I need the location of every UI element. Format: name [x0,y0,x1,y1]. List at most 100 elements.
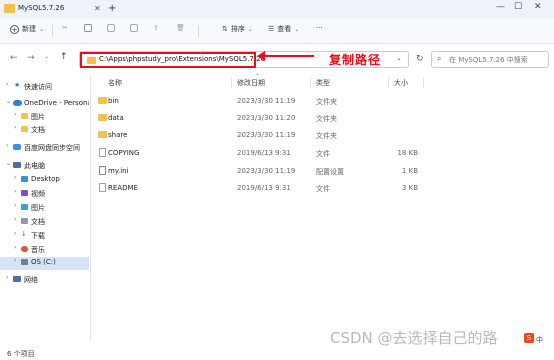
file-type: 文件夹 [316,115,337,123]
sidebar-item-documents[interactable]: › 文档 [0,216,89,228]
chevron-right-icon[interactable]: › [14,202,16,209]
file-date: 2023/3/30 11:19 [237,131,296,139]
forward-button[interactable]: → [27,53,35,63]
chevron-right-icon[interactable]: › [6,81,8,88]
chevron-right-icon[interactable]: › [14,230,16,237]
column-divider[interactable] [423,77,424,88]
refresh-icon[interactable]: ↻ [416,54,424,64]
sidebar-item-videos[interactable]: › 视频 [0,188,89,200]
window-title[interactable]: MySQL5.7.26 [18,4,64,12]
sort-button[interactable]: ⇅ 排序 ⌄ [222,24,253,34]
sidebar-item-downloads[interactable]: › ↓ 下载 [0,230,89,242]
file-size: 1 KB [401,167,418,175]
file-row[interactable]: my.ini 2023/3/30 11:19 配置设置 1 KB [94,163,554,180]
file-type: 文件夹 [316,98,337,106]
file-row[interactable]: share 2023/3/30 11:19 文件夹 [94,127,554,144]
sidebar-item-desktop[interactable]: › Desktop [0,174,89,186]
baidu-sync-icon [13,144,21,150]
delete-button[interactable]: 🗑 [176,24,185,32]
column-divider[interactable] [388,77,389,88]
recent-locations-chevron-icon[interactable]: ⌄ [44,53,49,60]
drive-icon [21,259,28,265]
cut-icon: ✂ [62,24,68,32]
chevron-right-icon[interactable]: › [14,124,16,131]
column-divider[interactable] [231,77,232,88]
column-header-name[interactable]: 名称 [108,78,122,88]
sidebar-item-onedrive-pictures[interactable]: › 图片 [0,111,89,123]
sidebar-item-quick-access[interactable]: › ★ 快速访问 [0,81,89,93]
new-button[interactable]: + 新建 ⌄ [10,24,44,34]
address-highlight-box [80,52,256,68]
chevron-right-icon[interactable]: › [6,142,8,149]
view-button[interactable]: ☰ 查看 ⌄ [268,24,299,34]
sidebar-item-baidu-netdisk[interactable]: › 百度网盘同步空间 [0,142,89,154]
network-icon [13,276,21,282]
sidebar-item-music[interactable]: › 音乐 [0,244,89,256]
column-divider[interactable] [310,77,311,88]
annotation-arrowhead [257,51,265,61]
share-button[interactable]: ⇪ [153,24,159,32]
file-date: 2023/3/30 11:19 [237,97,296,105]
paste-button[interactable] [107,24,115,32]
sidebar-item-network[interactable]: › 网络 [0,274,89,286]
sidebar-item-onedrive[interactable]: ⌄ OneDrive - Persona [0,98,89,110]
file-row[interactable]: COPYING 2019/6/13 9:31 文件 18 KB [94,145,554,162]
pane-divider[interactable] [90,76,91,341]
address-dropdown-icon[interactable]: ⌄ [396,54,402,62]
rename-button[interactable] [130,24,138,32]
chevron-right-icon[interactable]: › [14,216,16,223]
chevron-right-icon[interactable]: › [14,244,16,251]
new-tab-icon[interactable]: + [108,3,116,14]
navigation-pane: › ★ 快速访问 ⌄ OneDrive - Persona › 图片 › 文档 … [0,76,90,340]
file-name: COPYING [108,149,140,157]
cut-button[interactable]: ✂ [62,24,68,32]
rename-icon [130,24,138,32]
column-header-type[interactable]: 类型 [316,78,330,88]
column-header-date[interactable]: 修改日期 [237,78,265,88]
chevron-down-icon[interactable]: ⌄ [6,160,11,167]
maximize-icon[interactable]: ☐ [514,2,522,12]
copy-icon [84,24,92,32]
file-name: bin [108,97,119,105]
file-type: 文件 [316,185,330,193]
chevron-right-icon[interactable]: › [14,111,16,118]
desktop-icon [21,176,28,182]
annotation-arrow [262,55,314,57]
chevron-right-icon[interactable]: › [14,188,16,195]
sidebar-item-label: 图片 [31,204,45,212]
documents-icon [21,218,28,224]
watermark: CSDN @去选择自己的路 [330,329,498,347]
sort-label: 排序 [230,25,245,33]
close-window-icon[interactable]: ✕ [534,2,542,12]
file-size: 18 KB [397,149,418,157]
pc-icon [13,162,21,168]
sidebar-item-onedrive-documents[interactable]: › 文档 [0,124,89,136]
up-button[interactable]: ↑ [60,52,68,62]
column-header-size[interactable]: 大小 [394,78,408,88]
file-row[interactable]: bin 2023/3/30 11:19 文件夹 [94,93,554,110]
sidebar-item-this-pc[interactable]: ⌄ 此电脑 [0,160,89,172]
sidebar-item-label: 网络 [24,276,38,284]
chevron-right-icon[interactable]: › [14,257,16,264]
chevron-right-icon[interactable]: › [6,274,8,281]
command-bar: + 新建 ⌄ ✂ ⇪ 🗑 ⇅ 排序 ⌄ ☰ 查看 ⌄ ··· [0,19,554,44]
more-button[interactable]: ··· [316,24,323,32]
file-row[interactable]: README 2019/6/13 9:31 文件 3 KB [94,180,554,197]
chevron-down-icon: ⌄ [294,25,300,33]
sidebar-item-label: Desktop [31,175,60,183]
back-button[interactable]: ← [10,53,18,63]
copy-button[interactable] [84,24,92,32]
file-row[interactable]: data 2023/3/30 11:20 文件夹 [94,110,554,127]
minimize-icon[interactable]: — [496,2,505,12]
close-tab-icon[interactable]: ✕ [94,4,101,13]
search-placeholder[interactable]: 在 MySQL5.7.26 中搜索 [449,55,528,65]
file-name: share [108,131,128,139]
sidebar-item-os-c[interactable]: › OS (C:) [0,257,89,270]
file-icon [99,148,106,157]
chevron-right-icon[interactable]: › [14,174,16,181]
new-label: 新建 [22,25,36,33]
star-icon: ★ [14,81,21,89]
chevron-down-icon[interactable]: ⌄ [6,98,11,105]
sidebar-item-label: 百度网盘同步空间 [24,144,80,152]
sidebar-item-pictures[interactable]: › 图片 [0,202,89,214]
